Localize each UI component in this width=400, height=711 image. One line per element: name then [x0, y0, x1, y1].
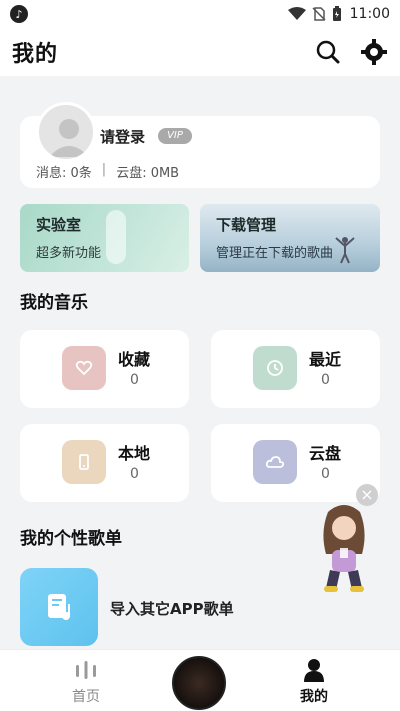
- default-avatar-icon: [49, 119, 89, 157]
- profile-stats: 消息: 0条 | 云盘: 0MB: [36, 162, 179, 181]
- favorites-card[interactable]: 收藏 0: [20, 330, 189, 408]
- playlists-title: 我的个性歌单: [20, 529, 122, 549]
- cloud-count: 0: [321, 466, 330, 482]
- nav-mine-label: 我的: [300, 689, 328, 705]
- battery-icon: [332, 6, 341, 21]
- bars-icon: [46, 656, 126, 684]
- phone-icon: [62, 440, 106, 484]
- clock-icon: [253, 346, 297, 390]
- my-music-title: 我的音乐: [20, 293, 88, 313]
- stats-separator: |: [101, 162, 107, 177]
- favorites-count: 0: [130, 372, 139, 388]
- no-sim-icon: [312, 7, 326, 21]
- local-card[interactable]: 本地 0: [20, 424, 189, 502]
- gear-icon[interactable]: [360, 38, 388, 66]
- import-playlist-label: 导入其它APP歌单: [110, 600, 234, 618]
- search-icon[interactable]: [314, 38, 342, 66]
- cloud-card[interactable]: 云盘 0: [211, 424, 380, 502]
- now-playing-disc[interactable]: [172, 656, 226, 710]
- status-bar: ♪ 11:00: [0, 0, 400, 28]
- nav-home-label: 首页: [72, 689, 100, 705]
- download-subtitle: 管理正在下载的歌曲: [216, 246, 334, 261]
- status-icons: 11:00: [287, 6, 390, 22]
- nav-mine[interactable]: 我的: [274, 656, 354, 706]
- avatar[interactable]: [36, 102, 96, 162]
- mascot-character-image[interactable]: [316, 502, 372, 594]
- local-count: 0: [130, 466, 139, 482]
- recent-count: 0: [321, 372, 330, 388]
- login-link[interactable]: 请登录: [100, 126, 145, 147]
- lab-title: 实验室: [36, 216, 82, 234]
- page-title: 我的: [12, 42, 59, 67]
- messages-count: 消息: 0条: [36, 166, 92, 181]
- wifi-icon: [287, 7, 306, 20]
- vip-badge: VIP: [158, 128, 192, 144]
- cloud-icon: [253, 440, 297, 484]
- person-arms-up-icon: [335, 237, 355, 264]
- person-icon: [274, 656, 354, 684]
- recent-label: 最近: [309, 350, 342, 369]
- page-header: 我的: [0, 28, 400, 76]
- music-note-icon: ♪: [10, 5, 28, 23]
- favorites-label: 收藏: [118, 350, 151, 369]
- lab-decoration: [106, 210, 126, 264]
- profile-card[interactable]: 请登录 VIP 消息: 0条 | 云盘: 0MB: [20, 102, 380, 188]
- lab-card[interactable]: 实验室 超多新功能: [20, 204, 189, 272]
- bottom-navigation: 首页 我的: [0, 649, 400, 711]
- clock-time: 11:00: [349, 6, 390, 22]
- cloud-storage: 云盘: 0MB: [116, 166, 180, 181]
- nav-home[interactable]: 首页: [46, 656, 126, 706]
- import-playlist-icon: [20, 568, 98, 646]
- heart-icon: [62, 346, 106, 390]
- download-title: 下载管理: [216, 216, 277, 234]
- download-manager-card[interactable]: 下载管理 管理正在下载的歌曲: [200, 204, 380, 272]
- lab-subtitle: 超多新功能: [36, 246, 102, 261]
- cloud-label: 云盘: [309, 444, 342, 463]
- local-label: 本地: [118, 444, 151, 463]
- recent-card[interactable]: 最近 0: [211, 330, 380, 408]
